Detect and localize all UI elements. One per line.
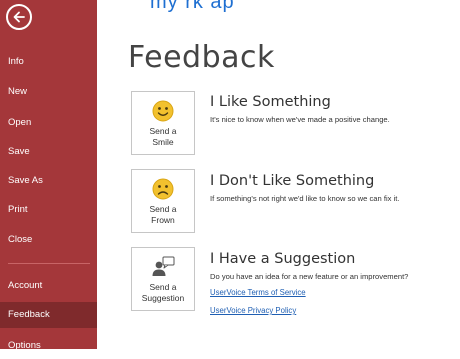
nav-item-info[interactable]: Info [0, 49, 97, 75]
section-desc-suggestion: Do you have an idea for a new feature or… [210, 272, 409, 281]
back-button[interactable] [6, 4, 32, 30]
send-suggestion-label: Send a Suggestion [141, 282, 185, 303]
nav-item-feedback[interactable]: Feedback [0, 302, 97, 328]
send-frown-button[interactable]: Send a Frown [131, 169, 195, 233]
nav-separator [8, 263, 90, 264]
nav-item-new[interactable]: New [0, 79, 97, 105]
suggestion-icon [152, 256, 175, 276]
send-suggestion-button[interactable]: Send a Suggestion [131, 247, 195, 311]
frown-icon [152, 178, 174, 200]
send-frown-label: Send a Frown [149, 204, 177, 225]
send-smile-label: Send a Smile [149, 126, 177, 147]
nav-item-print[interactable]: Print [0, 197, 97, 223]
section-desc-dislike: If something's not right we'd like to kn… [210, 194, 400, 203]
section-title-like: I Like Something [210, 94, 331, 110]
uservoice-terms-link[interactable]: UserVoice Terms of Service [210, 288, 306, 297]
window-title: my rk ap [150, 0, 235, 13]
back-arrow-icon [13, 11, 25, 23]
nav-item-close[interactable]: Close [0, 227, 97, 253]
backstage-sidebar: Info New Open Save Save As Print Close A… [0, 0, 97, 351]
nav-item-save-as[interactable]: Save As [0, 168, 97, 194]
nav-item-open[interactable]: Open [0, 110, 97, 136]
section-title-suggestion: I Have a Suggestion [210, 251, 356, 267]
nav-item-account[interactable]: Account [0, 273, 97, 299]
uservoice-privacy-link[interactable]: UserVoice Privacy Policy [210, 306, 296, 315]
send-smile-button[interactable]: Send a Smile [131, 91, 195, 155]
smile-icon [152, 100, 174, 122]
section-desc-like: It's nice to know when we've made a posi… [210, 115, 390, 124]
section-title-dislike: I Don't Like Something [210, 173, 375, 189]
nav-item-options[interactable]: Options [0, 333, 97, 359]
page-title: Feedback [128, 40, 275, 75]
nav-item-save[interactable]: Save [0, 139, 97, 165]
